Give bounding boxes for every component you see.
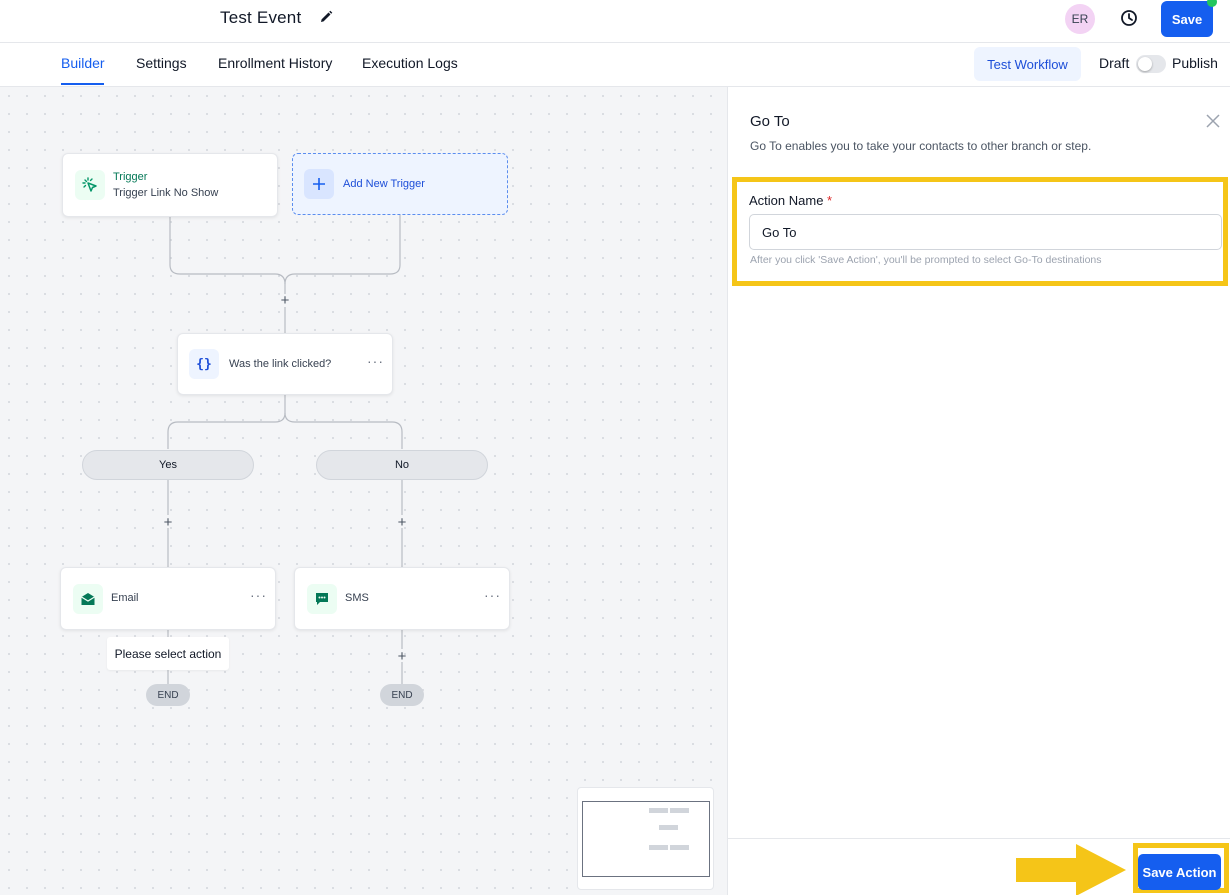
tab-builder[interactable]: Builder [61,55,105,71]
plus-icon [304,169,334,199]
condition-menu-dots[interactable]: ··· [367,353,384,369]
minimap-node [670,845,689,850]
action-name-input[interactable] [749,214,1222,250]
tab-settings[interactable]: Settings [136,55,187,71]
action-name-help: After you click 'Save Action', you'll be… [750,254,1102,266]
publish-toggle[interactable] [1136,55,1166,73]
tab-bar: Builder Settings Enrollment History Exec… [0,43,1230,87]
test-workflow-button[interactable]: Test Workflow [974,47,1081,81]
top-bar: Test Event ER Save [0,0,1230,43]
select-action-tooltip: Please select action [107,637,229,670]
branch-yes[interactable]: Yes [82,450,254,480]
email-menu-dots[interactable]: ··· [250,587,267,603]
sms-node[interactable]: SMS ··· [294,567,510,630]
branch-no[interactable]: No [316,450,488,480]
minimap-node [659,825,678,830]
save-action-button[interactable]: Save Action [1138,854,1221,890]
draft-label: Draft [1099,55,1130,71]
toggle-knob [1138,57,1152,71]
minimap-node [649,808,668,813]
publish-label: Publish [1172,55,1218,71]
email-label: Email [111,592,139,604]
cursor-click-icon [75,170,105,200]
arrow-right-icon [1016,844,1126,895]
email-node[interactable]: Email ··· [60,567,276,630]
add-step-button[interactable]: + [278,292,292,309]
tab-execution-logs[interactable]: Execution Logs [362,55,458,71]
add-trigger-label: Add New Trigger [343,178,425,190]
chat-bubble-icon [307,584,337,614]
minimap-node [649,845,668,850]
tab-enrollment-history[interactable]: Enrollment History [218,55,332,71]
minimap-viewport[interactable] [582,801,710,877]
minimap-node [670,808,689,813]
sms-label: SMS [345,592,369,604]
condition-label: Was the link clicked? [229,358,332,370]
condition-node[interactable]: {} Was the link clicked? ··· [177,333,393,395]
trigger-title: Trigger [113,171,148,183]
required-mark: * [827,193,833,208]
add-step-button[interactable]: + [395,514,409,531]
panel-description: Go To enables you to take your contacts … [750,139,1092,153]
envelope-icon [73,584,103,614]
panel-title: Go To [750,113,790,130]
minimap[interactable] [577,787,714,890]
sms-menu-dots[interactable]: ··· [484,587,501,603]
add-step-button[interactable]: + [395,648,409,665]
pencil-icon[interactable] [318,9,334,25]
panel-footer-divider [728,838,1230,839]
trigger-subtitle: Trigger Link No Show [113,187,219,199]
end-marker: END [380,684,424,706]
status-dot [1207,0,1217,7]
workflow-title: Test Event [220,8,302,27]
workflow-canvas[interactable]: Trigger Trigger Link No Show Add New Tri… [0,87,727,895]
add-trigger-node[interactable]: Add New Trigger [292,153,508,215]
end-marker: END [146,684,190,706]
trigger-node[interactable]: Trigger Trigger Link No Show [62,153,278,217]
action-name-label: Action Name * [749,193,832,208]
avatar[interactable]: ER [1065,4,1095,34]
action-name-label-text: Action Name [749,193,824,208]
close-icon[interactable] [1205,113,1221,129]
braces-icon: {} [189,349,219,379]
save-button[interactable]: Save [1161,1,1213,37]
active-tab-indicator [61,83,104,85]
history-icon[interactable] [1119,8,1139,28]
add-step-button[interactable]: + [161,514,175,531]
action-panel: Go To Go To enables you to take your con… [727,87,1230,895]
